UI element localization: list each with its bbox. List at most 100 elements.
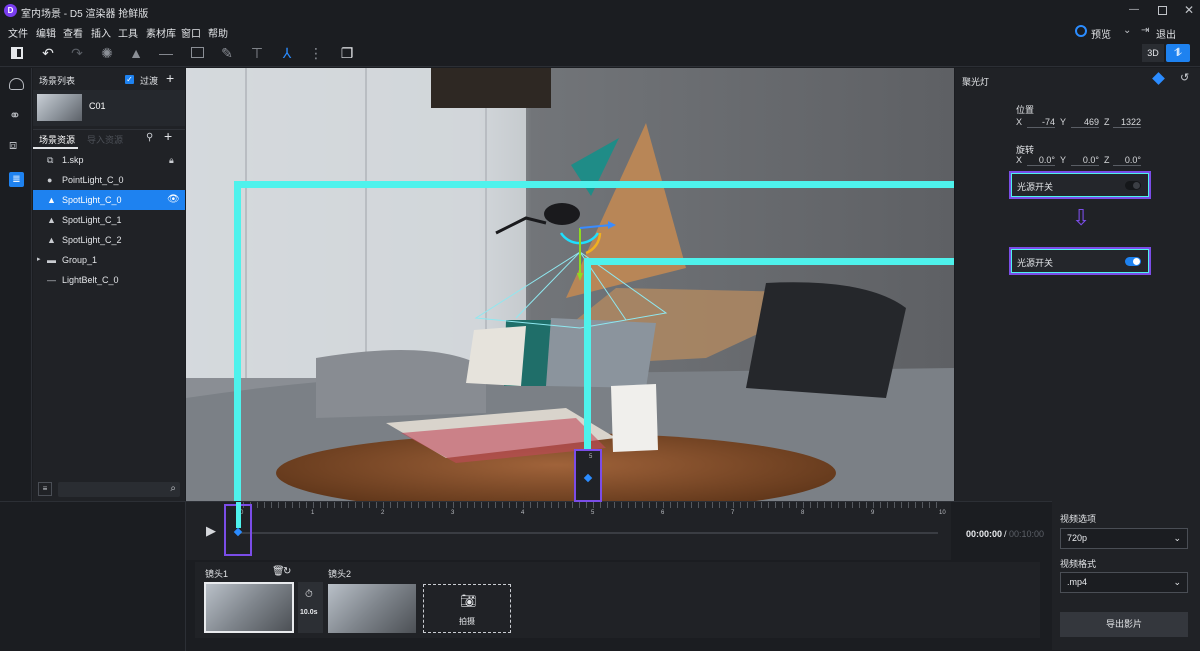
shot1-thumbnail[interactable] xyxy=(204,582,294,633)
light-switch-on-row: 光源开关 xyxy=(1009,247,1151,275)
shot2-thumbnail[interactable] xyxy=(328,584,416,633)
timeline-panel: 0 1 2 3 4 5 6 7 8 9 10 5 ▶ 00:00:00 / 00… xyxy=(0,449,1052,651)
menu-insert[interactable]: 插入 xyxy=(91,25,111,40)
tick-label: 6 xyxy=(661,510,665,516)
undo-icon[interactable]: ↶ xyxy=(40,45,56,61)
timeline-track[interactable] xyxy=(238,532,938,534)
play-button[interactable]: ▶ xyxy=(206,523,216,539)
list-item[interactable]: ● PointLight_C_0 xyxy=(33,170,185,190)
copy-icon[interactable]: ❐ xyxy=(339,45,355,61)
filter-button[interactable]: ≡ xyxy=(38,482,52,496)
model-icon[interactable]: ⧈ xyxy=(9,137,17,153)
position-z-label: Z xyxy=(1104,117,1110,127)
rotation-z-field[interactable]: 0.0° xyxy=(1113,155,1141,166)
menu-help[interactable]: 帮助 xyxy=(208,25,228,40)
list-item[interactable]: ▸ ▬ Group_1 xyxy=(33,250,185,270)
menu-file[interactable]: 文件 xyxy=(8,25,28,40)
annotation-line xyxy=(584,258,954,265)
light-belt-icon: — xyxy=(47,275,56,285)
camera-icon: 📷︎ xyxy=(460,593,477,608)
preview-button[interactable]: 预览 ⌄ xyxy=(1075,25,1135,41)
sun-icon[interactable]: ✺ xyxy=(99,45,115,61)
list-item[interactable]: — LightBelt_C_0 xyxy=(33,270,185,290)
brush-icon[interactable]: ✎ xyxy=(219,45,235,61)
annotation-line xyxy=(234,181,954,188)
maximize-icon[interactable] xyxy=(1158,6,1167,15)
reset-icon[interactable]: ↺ xyxy=(1180,71,1189,84)
tab-import-resources[interactable]: 导入资源 xyxy=(87,133,123,146)
group-icon: ▬ xyxy=(47,255,56,265)
light-switch-off-row: 光源开关 xyxy=(1009,171,1151,199)
light-switch-label: 光源开关 xyxy=(1017,258,1054,268)
rotation-y-field[interactable]: 0.0° xyxy=(1071,155,1099,166)
minimize-icon[interactable]: — xyxy=(1128,4,1140,16)
eye-icon[interactable]: 👁︎ xyxy=(167,190,180,210)
menu-edit[interactable]: 编辑 xyxy=(36,25,56,40)
position-y-field[interactable]: 469 xyxy=(1071,117,1099,128)
menu-tools[interactable]: 工具 xyxy=(118,25,138,40)
timeline-ruler[interactable]: 0 1 2 3 4 5 6 7 8 9 10 5 xyxy=(186,449,951,560)
tick-label: 7 xyxy=(731,510,735,516)
shots-strip: 镜头1 🗑︎ ↻ ⏱︎ 10.0s 镜头2 📷︎ 拍摄 xyxy=(195,562,1040,638)
material-icon[interactable]: ⚭ xyxy=(9,107,21,124)
search-icon[interactable]: ⌕ xyxy=(170,483,176,494)
scene-thumbnail xyxy=(37,94,82,121)
tick-label: 5 xyxy=(591,510,595,516)
exit-button[interactable]: ⇥ 退出 xyxy=(1141,25,1181,41)
position-z-field[interactable]: 1322 xyxy=(1113,117,1141,128)
scene-item[interactable]: C01 xyxy=(33,90,185,126)
shot-duration[interactable]: ⏱︎ 10.0s xyxy=(298,582,323,633)
list-panel-icon[interactable]: ≣ xyxy=(9,172,24,187)
list-item[interactable]: ▲ SpotLight_C_2 xyxy=(33,230,185,250)
render-viewport[interactable] xyxy=(186,68,954,501)
add-scene-button[interactable]: + xyxy=(166,70,174,86)
rotation-x-field[interactable]: 0.0° xyxy=(1027,155,1055,166)
rectangle-icon[interactable] xyxy=(189,45,205,61)
shot2-label: 镜头2 xyxy=(328,569,352,579)
cone-icon[interactable]: ▲ xyxy=(128,45,144,61)
annotation-line xyxy=(584,258,591,458)
tick-label: 1 xyxy=(311,510,315,516)
capture-button[interactable]: 📷︎ 拍摄 xyxy=(423,584,511,633)
list-item[interactable]: ⧉ 1.skp 🔒︎ xyxy=(33,150,185,170)
resolution-select[interactable]: 720p ⌄ xyxy=(1060,528,1188,549)
refresh-icon[interactable]: ↻ xyxy=(283,566,291,577)
position-label: 位置 xyxy=(1016,105,1035,115)
menu-window[interactable]: 窗口 xyxy=(181,25,201,40)
menu-library[interactable]: 素材库 xyxy=(146,25,176,40)
keyframe-highlight: 5 xyxy=(574,449,602,502)
search-input[interactable]: ⌕ xyxy=(58,482,180,497)
cloud-icon[interactable] xyxy=(9,78,24,90)
keyframe-marker[interactable] xyxy=(583,473,593,483)
close-icon[interactable]: ✕ xyxy=(1183,3,1195,17)
position-x-field[interactable]: -74 xyxy=(1027,117,1055,128)
annotation-line xyxy=(234,181,241,501)
menu-view[interactable]: 查看 xyxy=(63,25,83,40)
align-icon[interactable]: ⋮ xyxy=(308,45,324,61)
format-value: .mp4 xyxy=(1067,577,1088,587)
list-item-selected[interactable]: ▲ SpotLight_C_0 👁︎ xyxy=(33,190,185,210)
format-select[interactable]: .mp4 ⌄ xyxy=(1060,572,1188,593)
panel-toggle-icon[interactable] xyxy=(9,45,25,61)
light-switch-toggle-off[interactable] xyxy=(1125,181,1141,190)
light-switch-toggle-on[interactable] xyxy=(1125,257,1141,266)
add-resource-button[interactable]: + xyxy=(164,128,172,144)
redo-icon[interactable]: ↷ xyxy=(69,45,85,61)
light-pin-icon[interactable]: ⚲ xyxy=(146,132,153,143)
lock-icon[interactable]: 🔒︎ xyxy=(169,150,174,170)
expand-arrow-icon[interactable]: ▸ xyxy=(37,250,41,270)
view-3d-button[interactable]: 3D xyxy=(1142,44,1164,62)
transform-axis-icon[interactable]: ⅄ xyxy=(279,45,295,61)
light-type-icon[interactable] xyxy=(1152,72,1165,85)
left-rail: ⚭ ⧈ ≣ xyxy=(0,68,32,501)
capture-label: 拍摄 xyxy=(459,617,475,626)
line-icon[interactable]: — xyxy=(158,45,174,61)
filter-checkbox[interactable]: ✓ xyxy=(125,75,134,84)
list-item[interactable]: ▲ SpotLight_C_1 xyxy=(33,210,185,230)
filter-label: 过渡 xyxy=(140,76,159,86)
tab-scene-resources[interactable]: 场景资源 xyxy=(39,133,75,146)
walk-mode-button[interactable]: ⥮ xyxy=(1166,44,1190,62)
paint-roller-icon[interactable]: ⊤ xyxy=(249,45,265,61)
export-video-button[interactable]: 导出影片 xyxy=(1060,612,1188,637)
rotation-x-label: X xyxy=(1016,155,1023,165)
